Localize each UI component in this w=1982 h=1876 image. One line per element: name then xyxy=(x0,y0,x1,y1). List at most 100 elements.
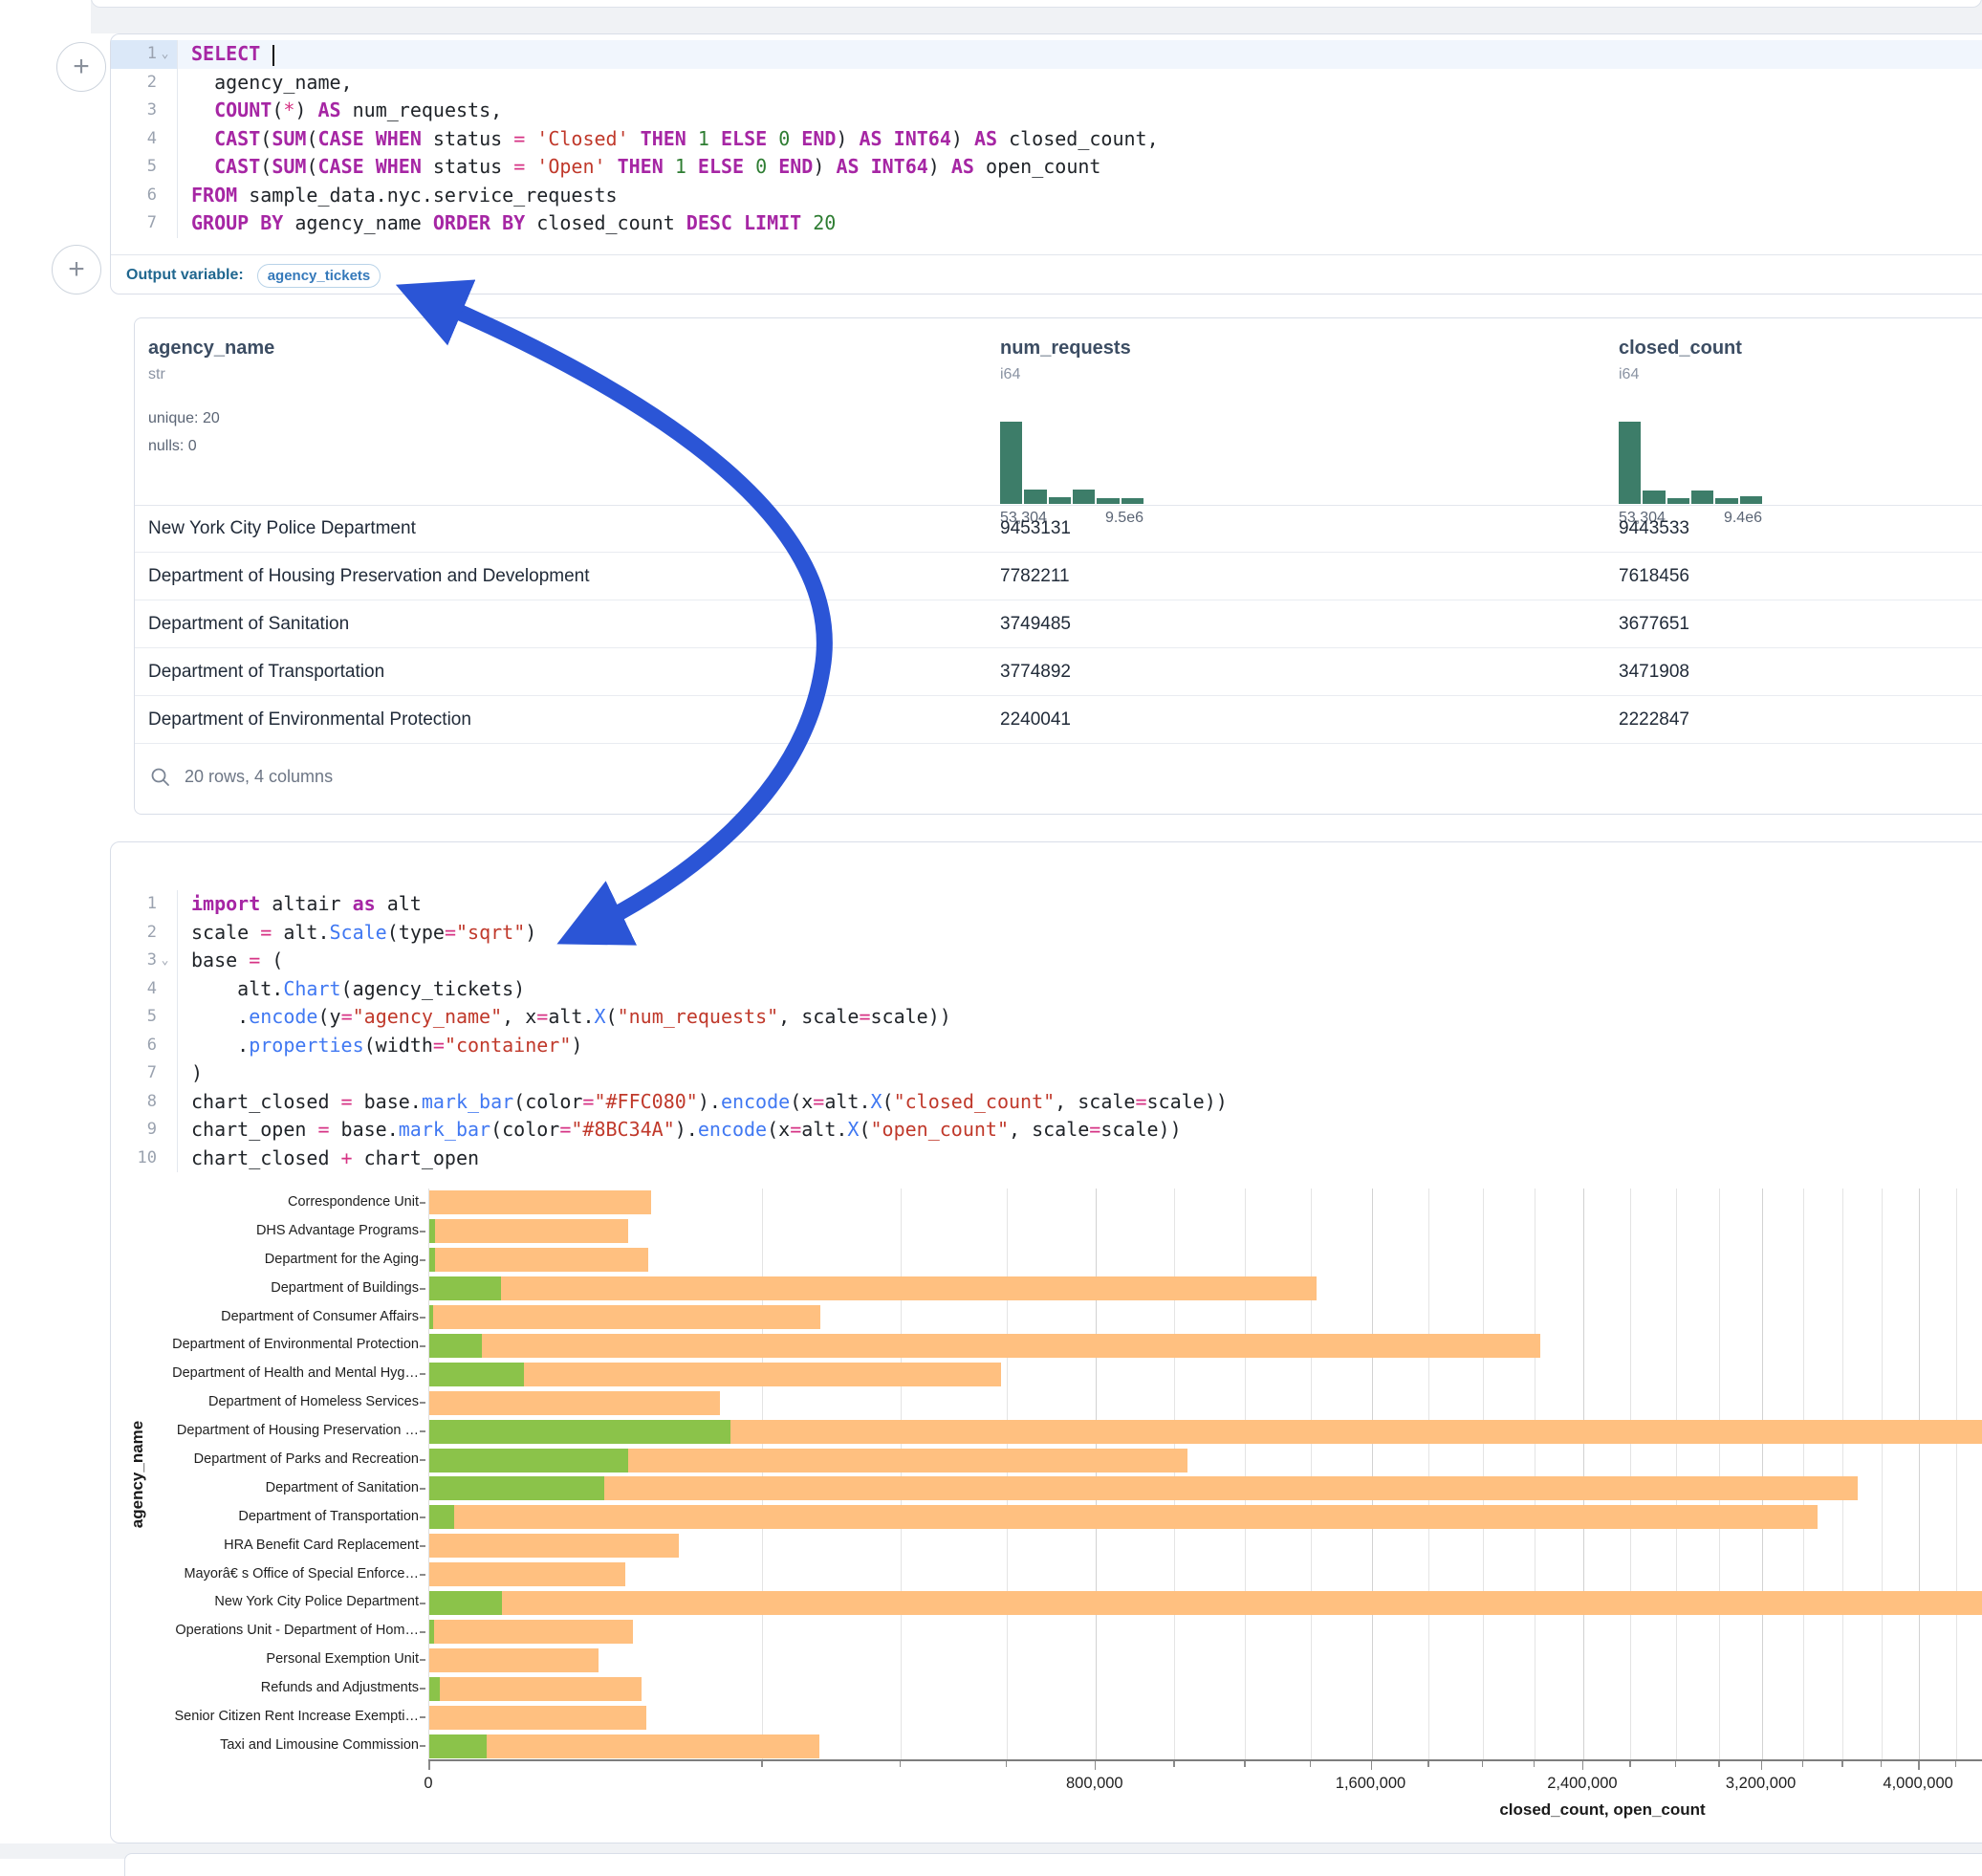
x-minor-tick xyxy=(1173,1761,1175,1767)
y-axis-label: Department of Buildings xyxy=(154,1275,419,1303)
output-variable-pill[interactable]: agency_tickets xyxy=(257,264,381,288)
x-minor-tick xyxy=(1310,1761,1312,1767)
bar-open_count-4 xyxy=(429,1305,433,1329)
chart-x-axis-ticks: 0800,0001,600,0002,400,0003,200,0004,000… xyxy=(428,1761,1982,1819)
cell: 3749485 xyxy=(1000,600,1071,647)
bar-open_count-11 xyxy=(429,1505,454,1529)
previous-cell-edge xyxy=(91,0,1982,8)
table-body: New York City Police Department945313194… xyxy=(135,505,1982,744)
x-minor-tick xyxy=(1244,1761,1246,1767)
column-header-agency_name[interactable]: agency_namestrunique: 20nulls: 0 xyxy=(148,338,274,460)
cell: Department of Sanitation xyxy=(148,600,349,647)
bar-open_count-17 xyxy=(429,1677,440,1701)
y-axis-label: Department of Housing Preservation … xyxy=(154,1417,419,1446)
table-row[interactable]: Department of Transportation377489234719… xyxy=(135,648,1982,696)
add-cell-button[interactable]: + xyxy=(52,245,101,294)
sql-code-editor[interactable]: 1⌄SELECT 2 agency_name,3 COUNT(*) AS num… xyxy=(111,40,1982,238)
cell: Department of Housing Preservation and D… xyxy=(148,553,590,600)
bar-closed_count-7 xyxy=(429,1391,720,1415)
column-header-closed_count[interactable]: closed_counti6453,3049.4e6 xyxy=(1619,338,1742,383)
y-axis-label: Department of Parks and Recreation xyxy=(154,1446,419,1474)
gridline xyxy=(901,1189,902,1760)
y-axis-label: Refunds and Adjustments xyxy=(154,1674,419,1703)
gridline xyxy=(1676,1189,1677,1760)
y-axis-label: Department of Consumer Affairs xyxy=(154,1303,419,1332)
table-row[interactable]: Department of Sanitation 3749485 3677651 xyxy=(135,600,1982,648)
gridline xyxy=(762,1189,763,1760)
table-row[interactable]: Department of Housing Preservation and D… xyxy=(135,553,1982,600)
line-number: 5 xyxy=(111,153,178,182)
line-number: 1⌄ xyxy=(111,40,178,69)
sql-line-2[interactable]: 2 agency_name, xyxy=(111,69,1982,98)
bar-closed_count-16 xyxy=(429,1648,599,1672)
bar-closed_count-3 xyxy=(429,1276,1317,1300)
bar-closed_count-17 xyxy=(429,1677,642,1701)
y-tick xyxy=(420,1574,425,1576)
add-cell-button[interactable]: + xyxy=(56,42,106,92)
y-axis-label: Department of Homeless Services xyxy=(154,1388,419,1417)
bar-closed_count-10 xyxy=(429,1476,1858,1500)
y-tick xyxy=(420,1402,425,1404)
cell: Department of Transportation xyxy=(148,648,384,695)
sql-line-4[interactable]: 4 CAST(SUM(CASE WHEN status = 'Closed' T… xyxy=(111,125,1982,154)
sql-line-7[interactable]: 7GROUP BY agency_name ORDER BY closed_co… xyxy=(111,209,1982,238)
cell: 2240041 xyxy=(1000,696,1071,743)
column-histogram xyxy=(1000,422,1143,504)
gridline xyxy=(1762,1189,1763,1760)
bar-closed_count-1 xyxy=(429,1219,628,1243)
column-histogram xyxy=(1619,422,1762,504)
bar-closed_count-5 xyxy=(429,1334,1540,1358)
gridline xyxy=(1311,1189,1312,1760)
gridline xyxy=(1483,1189,1484,1760)
sql-line-1[interactable]: 1⌄SELECT xyxy=(111,40,1982,69)
sql-line-6[interactable]: 6FROM sample_data.nyc.service_requests xyxy=(111,182,1982,210)
x-minor-tick xyxy=(1802,1761,1804,1767)
column-header-num_requests[interactable]: num_requestsi6453,3049.5e6 xyxy=(1000,338,1131,383)
altair-chart: agency_name Correspondence UnitDHS Advan… xyxy=(111,842,1982,1843)
cell: 7618456 xyxy=(1619,553,1689,600)
search-icon[interactable] xyxy=(150,767,171,788)
y-axis-label: Department of Transportation xyxy=(154,1503,419,1532)
y-axis-label: Department of Health and Mental Hyg… xyxy=(154,1360,419,1388)
sql-line-3[interactable]: 3 COUNT(*) AS num_requests, xyxy=(111,97,1982,125)
gridline xyxy=(1803,1189,1804,1760)
bar-open_count-19 xyxy=(429,1734,487,1758)
sql-line-5[interactable]: 5 CAST(SUM(CASE WHEN status = 'Open' THE… xyxy=(111,153,1982,182)
bar-open_count-2 xyxy=(429,1248,435,1272)
line-number: 2 xyxy=(111,69,178,98)
cell: Department of Environmental Protection xyxy=(148,696,471,743)
y-tick xyxy=(420,1345,425,1347)
table-row[interactable]: New York City Police Department945313194… xyxy=(135,505,1982,553)
collapse-caret-icon[interactable]: ⌄ xyxy=(158,40,172,69)
x-axis-label: 4,000,000 xyxy=(1883,1775,1952,1793)
x-minor-tick xyxy=(1718,1761,1720,1767)
line-number: 7 xyxy=(111,209,178,238)
gridline xyxy=(1842,1189,1843,1760)
bar-closed_count-19 xyxy=(429,1734,819,1758)
y-tick xyxy=(420,1516,425,1518)
x-minor-tick xyxy=(1841,1761,1843,1767)
y-axis-label: Department of Environmental Protection xyxy=(154,1331,419,1360)
y-tick xyxy=(420,1488,425,1490)
y-tick xyxy=(420,1603,425,1604)
table-row[interactable]: Department of Environmental Protection 22… xyxy=(135,696,1982,744)
y-tick xyxy=(420,1459,425,1461)
bar-open_count-1 xyxy=(429,1219,435,1243)
x-minor-tick xyxy=(1675,1761,1677,1767)
y-axis-label: Personal Exemption Unit xyxy=(154,1646,419,1674)
output-variable-label: Output variable: xyxy=(126,267,244,284)
y-tick xyxy=(420,1631,425,1633)
cell: New York City Police Department xyxy=(148,505,416,552)
x-axis-label: 1,600,000 xyxy=(1336,1775,1405,1793)
chart-y-axis-labels: Correspondence UnitDHS Advantage Program… xyxy=(154,1189,419,1760)
gridline xyxy=(1096,1189,1097,1760)
y-tick xyxy=(420,1430,425,1432)
x-major-tick xyxy=(1582,1761,1584,1770)
gridline xyxy=(1719,1189,1720,1760)
cell: 3677651 xyxy=(1619,600,1689,647)
gridline xyxy=(1245,1189,1246,1760)
bar-closed_count-2 xyxy=(429,1248,648,1272)
output-variable-row: Output variable: agency_tickets xyxy=(111,254,1982,295)
gridline xyxy=(1919,1189,1920,1760)
x-major-tick xyxy=(428,1761,430,1770)
